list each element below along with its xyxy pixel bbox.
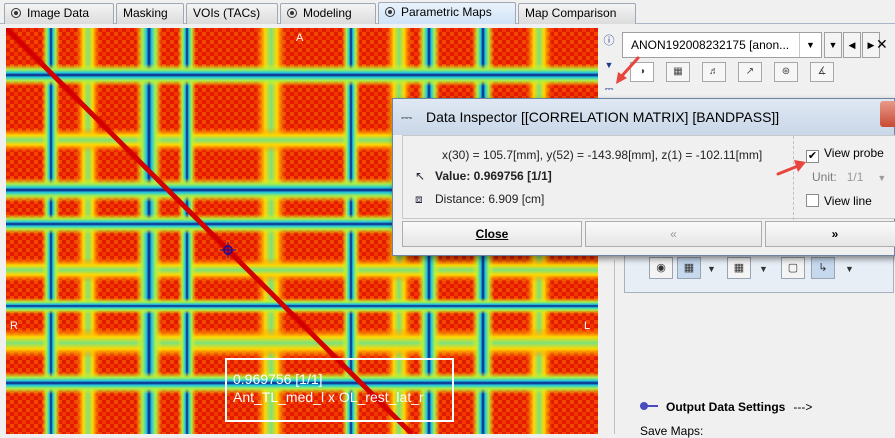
plot-tab-icon[interactable]: ↗ bbox=[738, 62, 762, 82]
grid-tab-icon[interactable]: ▦ bbox=[666, 62, 690, 82]
tab-map-comparison[interactable]: Map Comparison bbox=[518, 3, 636, 24]
info-icon[interactable]: ⓘ bbox=[600, 32, 618, 50]
overlay-value: 0.969756 [1/1] bbox=[233, 371, 323, 387]
tab-label: Parametric Maps bbox=[401, 5, 492, 19]
tab-label: Modeling bbox=[303, 6, 352, 20]
dialog-buttons: Close « » bbox=[402, 221, 895, 247]
annotation-arrow-icon bbox=[776, 160, 806, 176]
layout-icon[interactable]: ▦ bbox=[677, 257, 701, 279]
orientation-top-label: A bbox=[296, 32, 304, 44]
save-maps-label: Save Maps: bbox=[640, 424, 704, 438]
grid-dropdown-icon[interactable]: ▼ bbox=[759, 264, 768, 274]
pointer-dropdown-icon[interactable]: ▼ bbox=[845, 264, 854, 274]
tab-parametric-maps[interactable]: Parametric Maps bbox=[378, 2, 516, 24]
tab-label: Map Comparison bbox=[525, 6, 617, 20]
annotation-arrow-icon bbox=[616, 56, 640, 84]
chevron-down-icon: ▼ bbox=[877, 173, 887, 183]
inspector-icon: ⎓ bbox=[401, 109, 413, 125]
tab-label: Masking bbox=[123, 6, 168, 20]
dialog-title: Data Inspector [[CORRELATION MATRIX] [BA… bbox=[426, 109, 780, 125]
window-close-icon[interactable] bbox=[880, 101, 895, 127]
value-readout: Value: 0.969756 [1/1] bbox=[435, 169, 552, 183]
data-inspector-dialog: ⎓ Data Inspector [[CORRELATION MATRIX] [… bbox=[392, 98, 895, 256]
dialog-titlebar[interactable]: ⎓ Data Inspector [[CORRELATION MATRIX] [… bbox=[393, 99, 895, 135]
orientation-right-label: L bbox=[584, 320, 591, 332]
previous-button[interactable]: « bbox=[585, 221, 762, 247]
tab-image-data[interactable]: Image Data bbox=[4, 3, 114, 24]
output-settings-icon bbox=[640, 401, 658, 411]
radio-icon bbox=[287, 8, 297, 18]
dropdown-arrow-icon[interactable]: ▼ bbox=[824, 32, 842, 58]
unit-label: Unit: bbox=[812, 170, 837, 184]
unit-select: Unit: 1/1 ▼ bbox=[812, 170, 886, 184]
chevron-down-icon[interactable]: ▼ bbox=[799, 33, 821, 57]
close-dataset-icon[interactable]: ✕ bbox=[876, 36, 888, 53]
frame-icon[interactable]: ▢ bbox=[781, 257, 805, 279]
tab-vois[interactable]: VOIs (TACs) bbox=[186, 3, 278, 24]
view-probe-label: View probe bbox=[824, 146, 884, 160]
close-button[interactable]: Close bbox=[402, 221, 582, 247]
radio-icon bbox=[11, 8, 21, 18]
tab-label: Image Data bbox=[27, 6, 90, 20]
tab-bar: Image Data Masking VOIs (TACs) Modeling … bbox=[0, 0, 895, 24]
output-settings-label: Output Data Settings bbox=[666, 400, 786, 414]
coordinate-readout: x(30) = 105.7[mm], y(52) = -143.98[mm], … bbox=[442, 148, 763, 162]
figure-tab-icon[interactable]: ♬ bbox=[702, 62, 726, 82]
cursor-plus-icon: ↖ bbox=[415, 169, 426, 183]
output-data-settings[interactable]: Output Data Settings ---> bbox=[640, 400, 812, 414]
thermometer-tab-icon[interactable]: ∡ bbox=[810, 62, 834, 82]
dialog-content: x(30) = 105.7[mm], y(52) = -143.98[mm], … bbox=[402, 135, 895, 220]
next-button[interactable]: » bbox=[765, 221, 895, 247]
orientation-left-label: R bbox=[10, 320, 18, 332]
view-line-label: View line bbox=[824, 194, 872, 208]
view-line-option[interactable]: View line bbox=[806, 194, 872, 208]
view-probe-option[interactable]: ✔ View probe bbox=[806, 146, 884, 163]
tab-masking[interactable]: Masking bbox=[116, 3, 184, 24]
pointer-icon[interactable]: ↳ bbox=[811, 257, 835, 279]
dataset-select[interactable]: ANON192008232175 [anon... ▼ bbox=[622, 32, 822, 58]
previous-dataset-icon[interactable]: ◀ bbox=[843, 32, 861, 58]
view-line-checkbox[interactable] bbox=[806, 194, 819, 207]
overlay-label: Ant_TL_med_l x OL_rest_lat_r bbox=[233, 389, 424, 405]
caliper-icon: ⧈ bbox=[415, 192, 423, 206]
radio-icon bbox=[385, 7, 395, 17]
unit-value: 1/1 bbox=[846, 170, 864, 184]
tab-modeling[interactable]: Modeling bbox=[280, 3, 376, 24]
distance-row: ⧈ Distance: 6.909 [cm] bbox=[415, 192, 544, 207]
layer-icon[interactable]: ◉ bbox=[649, 257, 673, 279]
distance-readout: Distance: 6.909 [cm] bbox=[435, 192, 545, 206]
tab-label: VOIs (TACs) bbox=[193, 6, 261, 20]
value-row: ↖ Value: 0.969756 [1/1] bbox=[415, 169, 552, 183]
signal-tab-icon[interactable]: ⊛ bbox=[774, 62, 798, 82]
grid-icon[interactable]: ▦ bbox=[727, 257, 751, 279]
value-overlay: 0.969756 [1/1] Ant_TL_med_l x OL_rest_la… bbox=[225, 358, 454, 422]
dataset-select-value: ANON192008232175 [anon... bbox=[631, 38, 790, 52]
panel-divider bbox=[614, 260, 615, 434]
output-settings-arrow: ---> bbox=[793, 400, 813, 414]
layout-dropdown-icon[interactable]: ▼ bbox=[707, 264, 716, 274]
